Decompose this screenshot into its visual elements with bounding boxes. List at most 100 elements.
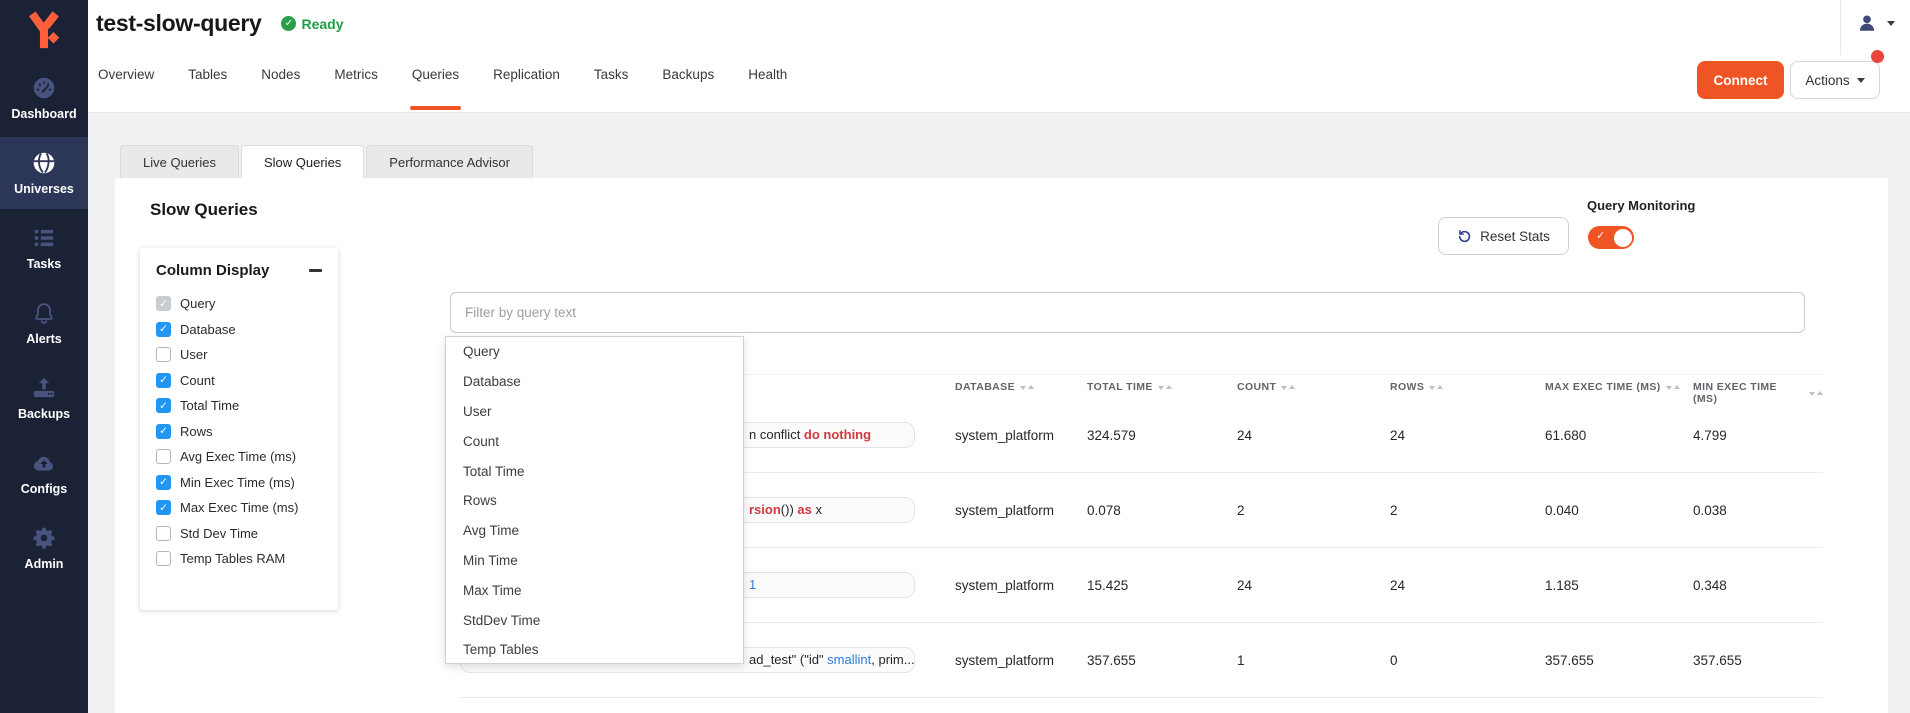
cell-database: system_platform xyxy=(955,578,1087,593)
nav-tab-nodes[interactable]: Nodes xyxy=(261,63,300,113)
sidebar-item-dashboard[interactable]: Dashboard xyxy=(0,62,88,134)
query-fragment: do nothing xyxy=(804,427,871,442)
user-menu[interactable] xyxy=(1856,12,1895,34)
cell-database: system_platform xyxy=(955,653,1087,668)
subtab-live-queries[interactable]: Live Queries xyxy=(120,145,239,178)
dropdown-item[interactable]: Avg Time xyxy=(446,516,743,546)
column-options-list: ✓ Query ✓ Database User ✓ Count ✓ Total … xyxy=(156,291,322,572)
sidebar-item-admin[interactable]: Admin xyxy=(0,512,88,584)
column-header[interactable]: DATABASE xyxy=(955,381,1087,393)
column-header[interactable]: MIN EXEC TIME (MS) xyxy=(1693,381,1823,405)
query-monitoring-toggle[interactable]: ✓ xyxy=(1588,226,1634,249)
dropdown-item[interactable]: User xyxy=(446,397,743,427)
cloud-icon xyxy=(31,450,57,476)
checkbox-icon[interactable]: ✓ xyxy=(156,322,171,337)
nav-tab-metrics[interactable]: Metrics xyxy=(334,63,378,113)
column-header[interactable]: ROWS xyxy=(1390,381,1545,393)
subtab-performance-advisor[interactable]: Performance Advisor xyxy=(366,145,533,178)
sort-icon xyxy=(1666,382,1680,393)
nav-tab-health[interactable]: Health xyxy=(748,63,787,113)
reset-stats-button[interactable]: Reset Stats xyxy=(1438,217,1569,255)
checkbox-icon[interactable]: ✓ xyxy=(156,500,171,515)
reset-icon xyxy=(1457,229,1472,244)
sort-icon xyxy=(1020,382,1034,393)
checkbox-icon[interactable] xyxy=(156,551,171,566)
actions-label: Actions xyxy=(1805,73,1849,88)
query-fragment: as xyxy=(797,502,811,517)
column-option[interactable]: Temp Tables RAM xyxy=(156,546,322,572)
column-option[interactable]: ✓ Rows xyxy=(156,419,322,445)
column-header[interactable]: TOTAL TIME xyxy=(1087,381,1237,393)
column-display-title: Column Display xyxy=(156,262,269,279)
cell-max-exec-time: 0.040 xyxy=(1545,503,1693,518)
column-option[interactable]: ✓ Total Time xyxy=(156,393,322,419)
nav-tab-queries[interactable]: Queries xyxy=(412,63,459,113)
nav-tab-replication[interactable]: Replication xyxy=(493,63,560,113)
cell-count: 1 xyxy=(1237,653,1390,668)
checkbox-icon[interactable] xyxy=(156,449,171,464)
cell-count: 2 xyxy=(1237,503,1390,518)
column-option[interactable]: User xyxy=(156,342,322,368)
yugabyte-logo-icon xyxy=(26,11,62,51)
dropdown-item[interactable]: Count xyxy=(446,426,743,456)
cell-min-exec-time: 4.799 xyxy=(1693,428,1823,443)
dropdown-item[interactable]: StdDev Time xyxy=(446,605,743,635)
collapse-icon[interactable] xyxy=(309,269,322,272)
tasks-icon xyxy=(31,225,57,251)
connect-button[interactable]: Connect xyxy=(1697,61,1784,99)
cell-min-exec-time: 0.348 xyxy=(1693,578,1823,593)
column-header[interactable]: MAX EXEC TIME (MS) xyxy=(1545,381,1693,393)
subtab-slow-queries[interactable]: Slow Queries xyxy=(241,145,364,178)
query-fragment: ()) xyxy=(781,502,798,517)
column-header[interactable]: COUNT xyxy=(1237,381,1390,393)
sidebar-item-universes[interactable]: Universes xyxy=(0,137,88,209)
checkbox-icon[interactable]: ✓ xyxy=(156,424,171,439)
checkbox-icon[interactable]: ✓ xyxy=(156,475,171,490)
sidebar-item-configs[interactable]: Configs xyxy=(0,437,88,509)
nav-tab-tables[interactable]: Tables xyxy=(188,63,227,113)
dropdown-item[interactable]: Rows xyxy=(446,486,743,516)
cell-max-exec-time: 61.680 xyxy=(1545,428,1693,443)
column-option[interactable]: ✓ Query xyxy=(156,291,322,317)
checkbox-icon[interactable] xyxy=(156,526,171,541)
title-row: test-slow-query ✓ Ready xyxy=(96,10,344,37)
column-option[interactable]: ✓ Max Exec Time (ms) xyxy=(156,495,322,521)
cell-max-exec-time: 1.185 xyxy=(1545,578,1693,593)
dropdown-item[interactable]: Total Time xyxy=(446,456,743,486)
column-option[interactable]: Std Dev Time xyxy=(156,521,322,547)
dropdown-item[interactable]: Database xyxy=(446,367,743,397)
column-option[interactable]: ✓ Database xyxy=(156,317,322,343)
checkbox-icon[interactable]: ✓ xyxy=(156,398,171,413)
column-option[interactable]: ✓ Min Exec Time (ms) xyxy=(156,470,322,496)
column-option[interactable]: ✓ Count xyxy=(156,368,322,394)
column-option[interactable]: Avg Exec Time (ms) xyxy=(156,444,322,470)
slow-queries-panel: Slow Queries Reset Stats Query Monitorin… xyxy=(115,178,1888,713)
ready-check-icon: ✓ xyxy=(281,16,296,31)
query-fragment: x xyxy=(812,502,822,517)
query-subtabs: Live Queries Slow Queries Performance Ad… xyxy=(120,145,535,178)
gauge-icon xyxy=(31,75,57,101)
dropdown-item[interactable]: Max Time xyxy=(446,575,743,605)
panel-title: Slow Queries xyxy=(150,200,258,220)
sidebar-item-backups[interactable]: Backups xyxy=(0,362,88,434)
sidebar-item-tasks[interactable]: Tasks xyxy=(0,212,88,284)
dropdown-item[interactable]: Min Time xyxy=(446,546,743,576)
nav-tab-overview[interactable]: Overview xyxy=(98,63,154,113)
cell-total-time: 15.425 xyxy=(1087,578,1237,593)
sidebar-item-alerts[interactable]: Alerts xyxy=(0,287,88,359)
dropdown-item[interactable]: Query xyxy=(446,337,743,367)
nav-tab-tasks[interactable]: Tasks xyxy=(594,63,629,113)
actions-button[interactable]: Actions xyxy=(1790,61,1880,99)
cell-database: system_platform xyxy=(955,503,1087,518)
nav-tab-backups[interactable]: Backups xyxy=(662,63,714,113)
checkbox-icon[interactable]: ✓ xyxy=(156,373,171,388)
yugabyte-logo[interactable] xyxy=(0,0,88,62)
checkbox-icon[interactable]: ✓ xyxy=(156,296,171,311)
query-monitoring-label: Query Monitoring xyxy=(1587,198,1695,213)
backup-icon xyxy=(31,375,57,401)
checkbox-icon[interactable] xyxy=(156,347,171,362)
dropdown-item[interactable]: Temp Tables xyxy=(446,635,743,665)
sort-icon xyxy=(1809,388,1823,399)
app-root: Dashboard Universes Tasks Alerts Backups… xyxy=(0,0,1910,713)
query-filter-input[interactable] xyxy=(450,292,1805,333)
